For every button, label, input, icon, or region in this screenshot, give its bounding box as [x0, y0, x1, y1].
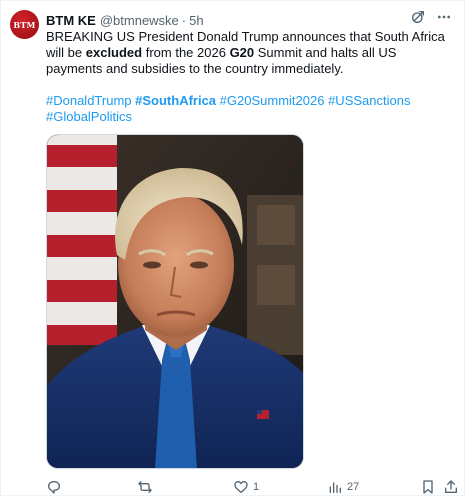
- reply-button[interactable]: [46, 478, 66, 496]
- author-name[interactable]: BTM KE: [46, 13, 96, 28]
- hashtag-link[interactable]: #GlobalPolitics: [46, 109, 132, 124]
- bookmark-button[interactable]: [420, 478, 436, 496]
- share-button[interactable]: [443, 478, 459, 496]
- views-icon: [327, 479, 343, 495]
- retweet-button[interactable]: [137, 478, 157, 496]
- tweet-header: BTM KE @btmnewske · 5h: [46, 11, 204, 29]
- action-bar: 1 27: [46, 478, 457, 496]
- tweet-text: BREAKING US President Donald Trump annou…: [46, 29, 456, 77]
- top-right-controls: [410, 9, 452, 25]
- separator-dot: ·: [181, 12, 187, 28]
- heart-icon: [233, 479, 249, 495]
- views-button[interactable]: 27: [327, 478, 359, 496]
- avatar[interactable]: BTM: [10, 10, 39, 39]
- portrait-photo-image: [47, 135, 303, 468]
- reply-icon: [46, 479, 62, 495]
- grok-icon[interactable]: [410, 9, 426, 25]
- bookmark-icon: [420, 479, 436, 495]
- hashtag-list: #DonaldTrump #SouthAfrica #G20Summit2026…: [46, 93, 456, 125]
- hashtag-link[interactable]: #G20Summit2026: [220, 93, 325, 108]
- share-icon: [443, 479, 459, 495]
- views-count: 27: [347, 481, 360, 493]
- tweet-card[interactable]: BTM BTM KE @btmnewske · 5h BREAKING US P…: [0, 0, 465, 496]
- tweet-text-bold: G20: [229, 45, 255, 60]
- tweet-text-part: from the 2026: [142, 45, 230, 60]
- like-count: 1: [253, 481, 260, 493]
- more-icon[interactable]: [436, 9, 452, 25]
- hashtag-link[interactable]: #USSanctions: [328, 93, 410, 108]
- hashtag-link[interactable]: #SouthAfrica: [135, 93, 216, 108]
- timestamp[interactable]: 5h: [189, 13, 203, 28]
- tweet-text-bold: excluded: [85, 45, 143, 60]
- avatar-logo-text: BTM: [13, 19, 36, 30]
- like-button[interactable]: 1: [233, 478, 259, 496]
- retweet-icon: [137, 479, 153, 495]
- tweet-photo[interactable]: [46, 134, 304, 469]
- hashtag-link[interactable]: #DonaldTrump: [46, 93, 132, 108]
- author-handle[interactable]: @btmnewske: [100, 13, 179, 28]
